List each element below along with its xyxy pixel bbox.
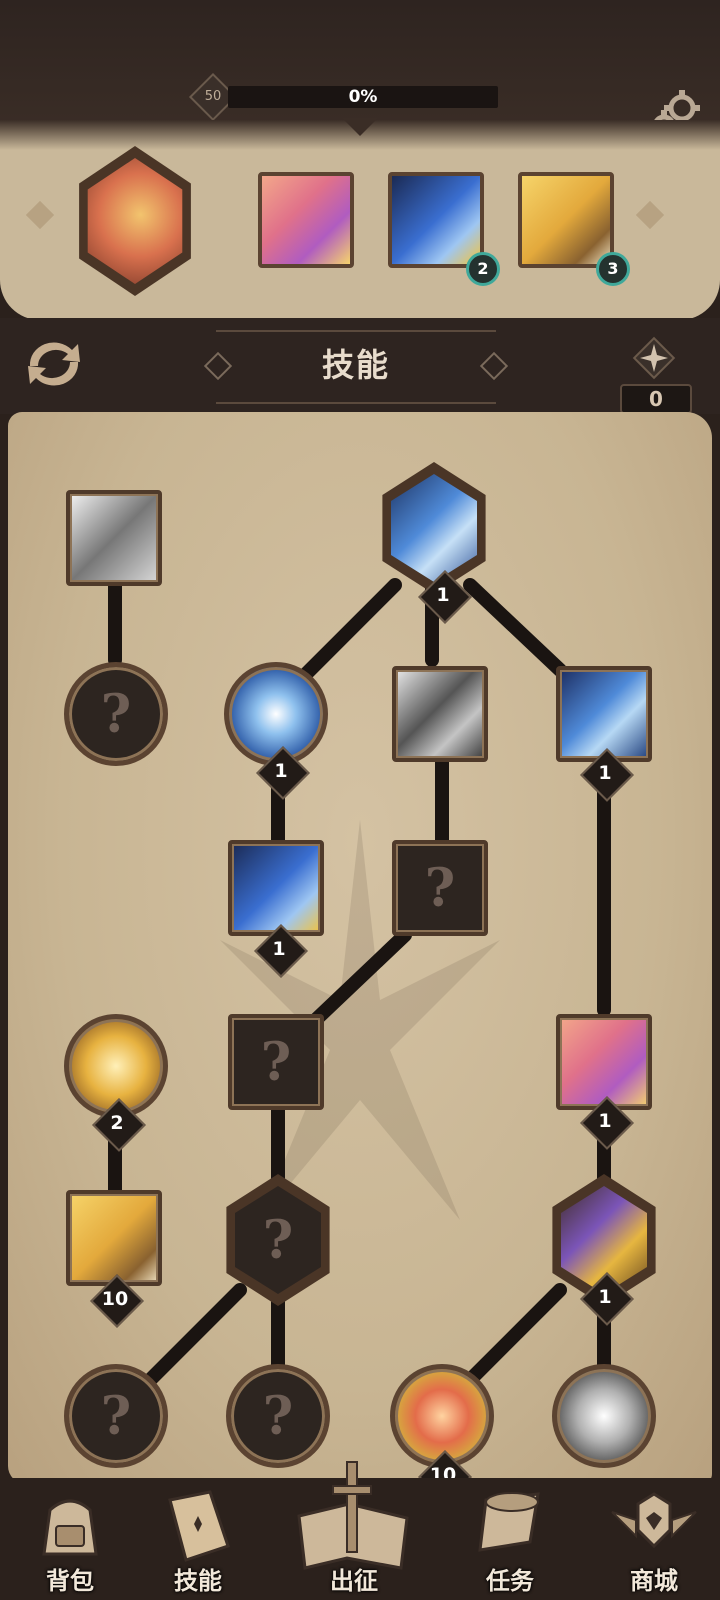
- skill-gold-blade-level: 10: [101, 1288, 129, 1310]
- nav-tasks-label: 任务: [486, 1567, 534, 1595]
- skill-blue-slash-level: 1: [272, 938, 286, 960]
- skill-node-blue-slash[interactable]: [228, 840, 324, 936]
- nav-expedition-label: 出征: [330, 1567, 378, 1595]
- skill-book-icon: [168, 1490, 230, 1562]
- scroll-icon: [478, 1492, 540, 1552]
- nav-tasks[interactable]: 任务: [440, 1478, 580, 1600]
- sword-map-icon: [297, 1461, 409, 1570]
- nav-expedition[interactable]: 出征: [284, 1461, 424, 1600]
- skill-node-lightning-orb[interactable]: [552, 1364, 656, 1468]
- skill-gold-orb-level: 2: [110, 1112, 124, 1134]
- backpack-icon: [42, 1499, 98, 1556]
- skill-node-locked[interactable]: ?: [226, 1364, 330, 1468]
- shop-crest-icon: [611, 1492, 697, 1549]
- skill-node-root[interactable]: [374, 462, 494, 594]
- skill-node-grey-fist[interactable]: [66, 490, 162, 586]
- skill-tree-connectors: [108, 568, 611, 1387]
- skill-root-level: 1: [436, 584, 450, 606]
- skill-node-locked-hex[interactable]: ?: [218, 1174, 338, 1306]
- nav-shop[interactable]: 商城: [584, 1478, 720, 1600]
- nav-skills-label: 技能: [174, 1567, 222, 1595]
- skill-node-locked[interactable]: ?: [64, 662, 168, 766]
- nav-bag[interactable]: 背包: [0, 1478, 140, 1600]
- skill-blue-orb-level: 1: [274, 760, 288, 782]
- skill-node-grey-blade[interactable]: [392, 666, 488, 762]
- nav-skills[interactable]: 技能: [128, 1478, 268, 1600]
- skill-node-locked[interactable]: ?: [64, 1364, 168, 1468]
- skill-node-locked[interactable]: ?: [228, 1014, 324, 1110]
- skill-node-pink-slash[interactable]: [556, 1014, 652, 1110]
- skill-ice-shards-level: 1: [598, 762, 612, 784]
- skill-pink-slash-level: 1: [598, 1110, 612, 1132]
- skill-node-locked[interactable]: ?: [392, 840, 488, 936]
- skill-purple-gold-level: 1: [598, 1286, 612, 1308]
- skill-node-blue-orb[interactable]: [224, 662, 328, 766]
- skill-node-gold-blade[interactable]: [66, 1190, 162, 1286]
- nav-shop-label: 商城: [630, 1567, 678, 1595]
- skill-node-ice-shards[interactable]: [556, 666, 652, 762]
- nav-bag-label: 背包: [46, 1567, 94, 1595]
